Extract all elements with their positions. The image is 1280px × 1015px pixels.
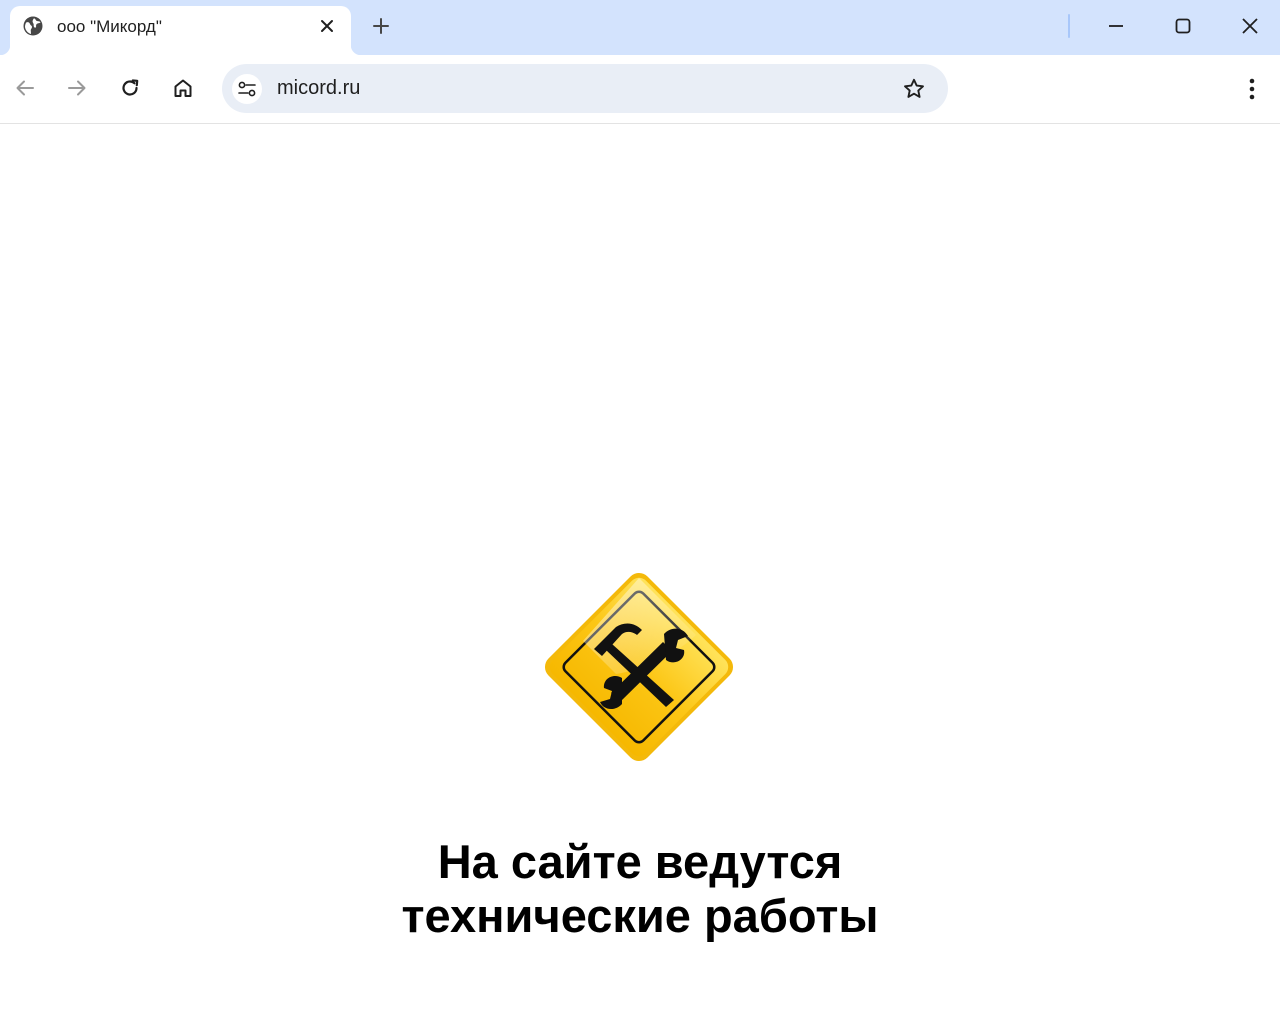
browser-toolbar: micord.ru (0, 55, 1280, 124)
address-bar[interactable]: micord.ru (222, 64, 948, 113)
bookmark-star-icon[interactable] (901, 76, 927, 102)
heading-line-2: технические работы (401, 889, 879, 942)
tab-close-icon[interactable] (316, 15, 338, 37)
tabstrip-separator (1068, 14, 1070, 38)
reload-icon[interactable] (117, 75, 143, 101)
globe-icon (23, 16, 43, 36)
maintenance-heading: На сайте ведутся технические работы (340, 835, 940, 943)
tab-strip: ооо "Микорд" (0, 0, 1280, 55)
minimize-icon[interactable] (1102, 12, 1130, 40)
window-close-icon[interactable] (1236, 12, 1264, 40)
home-icon[interactable] (170, 75, 196, 101)
page-content: На сайте ведутся технические работы (0, 125, 1280, 1015)
forward-arrow-icon[interactable] (64, 75, 90, 101)
browser-tab[interactable]: ооо "Микорд" (0, 6, 361, 55)
new-tab-plus-icon[interactable] (369, 14, 393, 38)
tab-title: ооо "Микорд" (57, 17, 162, 36)
maximize-icon[interactable] (1169, 12, 1197, 40)
under-construction-sign-icon (536, 564, 742, 770)
url-text[interactable]: micord.ru (277, 77, 360, 100)
back-arrow-icon[interactable] (12, 75, 38, 101)
site-settings-icon[interactable] (232, 74, 262, 104)
heading-line-1: На сайте ведутся (437, 835, 843, 888)
kebab-menu-icon[interactable] (1240, 75, 1264, 103)
